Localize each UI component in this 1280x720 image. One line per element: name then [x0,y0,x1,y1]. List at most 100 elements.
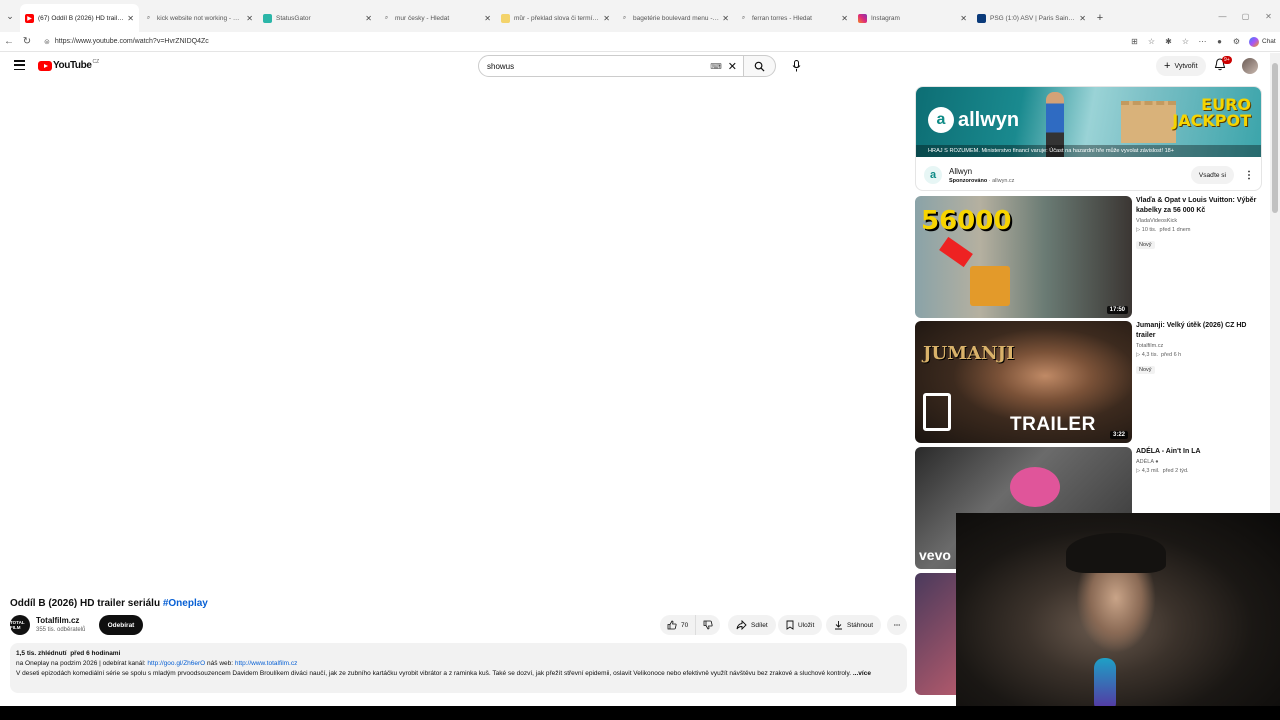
save-button[interactable]: Uložit [778,615,823,635]
notifications-bell-icon[interactable]: 9+ [1214,56,1232,74]
voice-search-mic-icon[interactable] [785,55,807,77]
browser-tab[interactable]: ⌕ kick website not working - Hledat ✕ [139,4,258,32]
logo-wordmark: YouTube [53,60,92,71]
tab-close-icon[interactable]: ✕ [246,14,253,23]
browser-tab[interactable]: StatusGator ✕ [258,4,377,32]
favorite-star-icon[interactable]: ☆ [1143,37,1160,46]
tab-close-icon[interactable]: ✕ [127,14,134,23]
ad-more-vertical-icon[interactable]: ⋮ [1244,170,1254,181]
download-label: Stáhnout [847,621,874,629]
video-thumbnail[interactable]: 56000 17:50 [915,196,1132,318]
site-info-icon[interactable]: ⊜ [44,38,50,46]
upload-age: před 6 h [1161,352,1182,358]
browser-tab[interactable]: ⌕ ferran torres - Hledat ✕ [734,4,853,32]
tab-title: (67) Oddíl B (2026) HD trailer seriá [38,14,124,22]
tab-close-icon[interactable]: ✕ [1079,14,1086,23]
favorites-icon[interactable]: ☆ [1177,37,1194,46]
channel-avatar[interactable]: TOTAL FILM [10,615,30,635]
ig-favicon-icon [858,13,867,23]
browser-tab[interactable]: ▶ (67) Oddíl B (2026) HD trailer seriá✕ [20,4,139,32]
thumbs-down-icon [703,620,713,630]
profile-icon[interactable]: ● [1211,37,1228,46]
ad-cta-button[interactable]: Vsaďte si [1190,166,1234,184]
taskbar-strip [0,706,1280,720]
download-button[interactable]: Stáhnout [826,615,882,635]
clear-search-icon[interactable]: ✕ [728,60,737,73]
minimize-icon[interactable]: — [1211,0,1234,32]
share-button[interactable]: Sdílet [728,615,776,635]
website-link[interactable]: http://www.totalfilm.cz [235,660,298,667]
recommended-video[interactable]: 56000 17:50 Vlaďa & Opat v Louis Vuitton… [915,196,1262,318]
settings-icon[interactable]: ⚙ [1228,37,1245,46]
address-bar-row: ← ↻ ⊜ https://www.youtube.com/watch?v=Hv… [0,32,1280,52]
channel-name[interactable]: ADÉLA [1136,459,1154,465]
extensions-icon[interactable]: ✱ [1160,37,1177,46]
advertiser-icon[interactable]: a [924,166,942,184]
browser-tab[interactable]: Instagram ✕ [853,4,972,32]
channel-name-link[interactable]: Totalfilm.cz [36,616,79,625]
video-hashtag-link[interactable]: #Oneplay [163,598,208,609]
tab-title: bagetérie boulevard menu - Hleda [633,14,719,22]
create-button[interactable]: + Vytvořit [1156,56,1206,76]
browser-tab[interactable]: ⌕ bagetérie boulevard menu - Hleda✕ [615,4,734,32]
menu-hamburger-icon[interactable] [14,60,25,70]
video-description[interactable]: 1,5 tis. zhlédnutí před 6 hodinami na On… [10,643,907,693]
like-count: 70 [681,621,689,629]
verified-check-icon: ● [1155,459,1159,465]
like-button[interactable]: 70 [660,615,697,635]
scrollbar-thumb[interactable] [1272,63,1278,213]
video-title[interactable]: Jumanji: Velký útěk (2026) CZ HD trailer [1136,321,1264,341]
view-count: 4,3 tis. [1141,352,1158,358]
new-badge: Nový [1136,366,1155,374]
subscribe-button[interactable]: Odebírat [99,615,143,635]
tab-close-icon[interactable]: ✕ [960,14,967,23]
browser-tab[interactable]: ⌕ mur česky - Hledat ✕ [377,4,496,32]
tab-close-icon[interactable]: ✕ [484,14,491,23]
close-window-icon[interactable]: ✕ [1257,0,1280,32]
tab-close-icon[interactable]: ✕ [365,14,372,23]
subscribe-channel-link[interactable]: http://goo.gl/Zh6erO [147,660,205,667]
video-player[interactable] [0,84,910,594]
tab-close-icon[interactable]: ✕ [603,14,610,23]
ad-brand-wordmark: allwyn [958,108,1020,131]
view-count: 10 tis. [1141,227,1157,233]
search-button[interactable] [744,55,776,77]
channel-name[interactable]: VladaVideosKick [1136,218,1264,224]
copilot-chat-button[interactable]: Chat [1249,36,1276,47]
video-title[interactable]: ADÉLA - Ain't In LA [1136,447,1264,457]
thumbnail-trailer-text: TRAILER [1010,414,1096,435]
more-actions-button[interactable]: ⋯ [887,615,907,635]
browser-tab[interactable]: můr - překlad slova či termínu a p✕ [496,4,615,32]
recommended-video[interactable]: JUMANJI TRAILER 3:22 Jumanji: Velký útěk… [915,321,1262,443]
app-available-icon[interactable]: ⊞ [1126,37,1143,46]
tab-close-icon[interactable]: ✕ [841,14,848,23]
ad-banner-image[interactable]: a allwyn EURO JACKPOT HRAJ S ROZUMEM. Mi… [916,87,1261,157]
tab-list-chevron-icon[interactable]: ⌄ [0,0,20,32]
dislike-button[interactable] [696,615,721,635]
reload-icon[interactable]: ↻ [18,32,36,52]
browser-tab[interactable]: PSG (1:0) ASV | Paris Saint-Germai✕ [972,4,1091,32]
thumbnail-bag-figure [970,266,1010,306]
tab-close-icon[interactable]: ✕ [722,14,729,23]
channel-name[interactable]: Totalfilm.cz [1136,343,1264,349]
sponsored-ad-card[interactable]: a allwyn EURO JACKPOT HRAJ S ROZUMEM. Mi… [915,86,1262,191]
video-thumbnail[interactable]: JUMANJI TRAILER 3:22 [915,321,1132,443]
show-more-link[interactable]: ...více [853,670,871,677]
url-field[interactable]: ⊜ https://www.youtube.com/watch?v=HvrZNI… [40,33,1120,50]
back-arrow-icon[interactable]: ← [0,32,18,52]
search-input[interactable]: showus ⌨ ✕ [478,55,744,77]
video-title-text: Oddíl B (2026) HD trailer seriálu [10,598,161,609]
ad-domain: allwyn.cz [992,177,1015,184]
youtube-logo[interactable]: YouTube CZ [38,59,99,71]
sg-favicon-icon [263,13,272,23]
keyboard-icon[interactable]: ⌨ [710,62,722,71]
new-badge: Nový [1136,241,1155,249]
video-title[interactable]: Vlaďa & Opat v Louis Vuitton: Výběr kabe… [1136,196,1264,216]
maximize-icon[interactable]: ▢ [1234,0,1257,32]
account-avatar[interactable] [1242,58,1258,74]
new-tab-plus-icon[interactable]: + [1091,4,1109,32]
yt-favicon-icon: ▶ [25,13,34,23]
search-bar: showus ⌨ ✕ [478,55,776,77]
more-dots-icon[interactable]: ⋯ [1194,37,1211,46]
tab-title: mur česky - Hledat [395,14,450,22]
